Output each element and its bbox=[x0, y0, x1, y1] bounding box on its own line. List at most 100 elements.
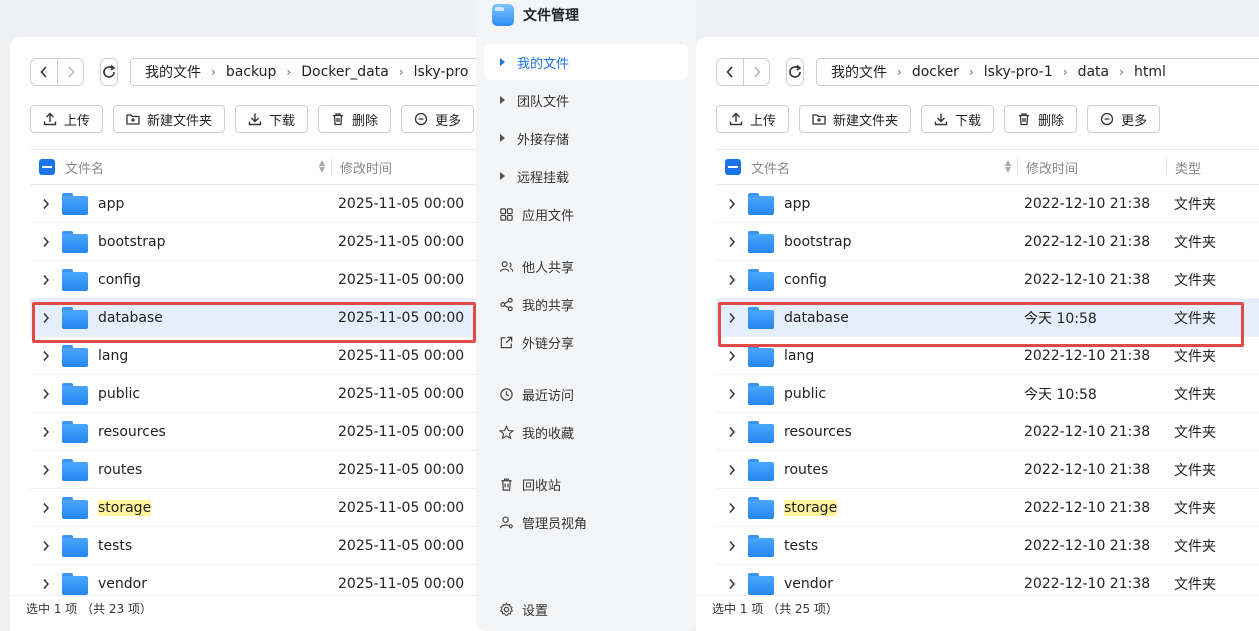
expand-chevron-icon[interactable] bbox=[30, 464, 62, 476]
expand-chevron-icon[interactable] bbox=[30, 236, 62, 248]
column-name-header[interactable]: 文件名 ▲ ▼ bbox=[65, 158, 331, 177]
sidebar-item-8[interactable]: 外链分享 bbox=[484, 324, 688, 360]
breadcrumb-item[interactable]: lsky-pro-1 bbox=[984, 64, 1053, 80]
breadcrumb-item[interactable]: html bbox=[1134, 64, 1166, 80]
expand-chevron-icon[interactable] bbox=[716, 426, 748, 438]
expand-chevron-icon[interactable] bbox=[716, 540, 748, 552]
table-row[interactable]: routes 2022-12-10 21:38 文件夹 bbox=[716, 451, 1259, 489]
table-row[interactable]: app 2025-11-05 00:00 bbox=[30, 185, 490, 223]
modified-time: 2025-11-05 00:00 bbox=[338, 347, 465, 364]
column-modified-header[interactable]: 修改时间 bbox=[340, 158, 480, 177]
forward-button[interactable] bbox=[57, 59, 83, 85]
upload-button[interactable]: 上传 bbox=[30, 105, 104, 133]
sidebar-item-settings[interactable]: 设置 bbox=[484, 591, 688, 627]
folder-icon bbox=[62, 420, 88, 443]
download-button[interactable]: 下载 bbox=[235, 105, 309, 133]
breadcrumb-item[interactable]: 我的文件 bbox=[831, 62, 887, 82]
expand-chevron-icon[interactable] bbox=[716, 350, 748, 362]
file-name: lang bbox=[784, 347, 815, 364]
table-row[interactable]: storage 2025-11-05 00:00 bbox=[30, 489, 490, 527]
file-type: 文件夹 bbox=[1174, 500, 1216, 517]
breadcrumb-item[interactable]: 我的文件 bbox=[145, 62, 201, 82]
expand-chevron-icon[interactable] bbox=[30, 502, 62, 514]
breadcrumb-item[interactable]: backup bbox=[226, 64, 277, 80]
table-row[interactable]: config 2025-11-05 00:00 bbox=[30, 261, 490, 299]
expand-chevron-icon[interactable] bbox=[716, 502, 748, 514]
right-file-panel: 我的文件 › docker › lsky-pro-1 › data › html 上传 新建文件… bbox=[696, 37, 1259, 631]
caret-right-icon bbox=[500, 172, 505, 180]
sidebar-item-7[interactable]: 我的共享 bbox=[484, 286, 688, 322]
modified-time: 2025-11-05 00:00 bbox=[338, 461, 465, 478]
sidebar-item-11[interactable]: 回收站 bbox=[484, 466, 688, 502]
more-button[interactable]: 更多 bbox=[1087, 105, 1161, 133]
table-row[interactable]: app 2022-12-10 21:38 文件夹 bbox=[716, 185, 1259, 223]
table-header: 文件名 ▲ ▼ 修改时间 类型 bbox=[716, 149, 1259, 185]
table-row[interactable]: routes 2025-11-05 00:00 bbox=[30, 451, 490, 489]
expand-chevron-icon[interactable] bbox=[30, 350, 62, 362]
table-row[interactable]: config 2022-12-10 21:38 文件夹 bbox=[716, 261, 1259, 299]
table-row[interactable]: bootstrap 2022-12-10 21:38 文件夹 bbox=[716, 223, 1259, 261]
select-all-checkbox[interactable] bbox=[725, 159, 741, 175]
expand-chevron-icon[interactable] bbox=[30, 198, 62, 210]
table-row[interactable]: database 2025-11-05 00:00 bbox=[30, 299, 490, 337]
sidebar-item-4[interactable]: 远程挂载 bbox=[484, 158, 688, 194]
sidebar-item-1[interactable]: 我的文件 bbox=[484, 44, 688, 80]
new-folder-button[interactable]: 新建文件夹 bbox=[113, 105, 226, 133]
table-row[interactable]: resources 2022-12-10 21:38 文件夹 bbox=[716, 413, 1259, 451]
expand-chevron-icon[interactable] bbox=[716, 464, 748, 476]
expand-chevron-icon[interactable] bbox=[716, 578, 748, 590]
download-button[interactable]: 下载 bbox=[921, 105, 995, 133]
column-divider bbox=[1017, 159, 1018, 175]
table-row[interactable]: bootstrap 2025-11-05 00:00 bbox=[30, 223, 490, 261]
delete-button[interactable]: 删除 bbox=[1004, 105, 1078, 133]
column-modified-header[interactable]: 修改时间 bbox=[1026, 158, 1166, 177]
table-row[interactable]: lang 2025-11-05 00:00 bbox=[30, 337, 490, 375]
expand-chevron-icon[interactable] bbox=[716, 274, 748, 286]
refresh-button[interactable] bbox=[100, 58, 118, 86]
breadcrumb-item[interactable]: Docker_data bbox=[301, 64, 389, 80]
expand-chevron-icon[interactable] bbox=[30, 312, 62, 324]
sidebar-item-12[interactable]: 管理员视角 bbox=[484, 504, 688, 540]
breadcrumb-item[interactable]: data bbox=[1078, 64, 1110, 80]
new-folder-button[interactable]: 新建文件夹 bbox=[799, 105, 912, 133]
select-all-checkbox[interactable] bbox=[39, 159, 55, 175]
sidebar-item-2[interactable]: 团队文件 bbox=[484, 82, 688, 118]
expand-chevron-icon[interactable] bbox=[716, 198, 748, 210]
column-name-header[interactable]: 文件名 ▲ ▼ bbox=[751, 158, 1017, 177]
expand-chevron-icon[interactable] bbox=[30, 578, 62, 590]
breadcrumb-item[interactable]: lsky-pro bbox=[414, 64, 469, 80]
sidebar-item-5[interactable]: 应用文件 bbox=[484, 196, 688, 232]
folder-icon bbox=[748, 306, 774, 329]
expand-chevron-icon[interactable] bbox=[30, 274, 62, 286]
more-button[interactable]: 更多 bbox=[401, 105, 475, 133]
table-row[interactable]: public 2025-11-05 00:00 bbox=[30, 375, 490, 413]
table-row[interactable]: tests 2022-12-10 21:38 文件夹 bbox=[716, 527, 1259, 565]
upload-button[interactable]: 上传 bbox=[716, 105, 790, 133]
table-row[interactable]: lang 2022-12-10 21:38 文件夹 bbox=[716, 337, 1259, 375]
table-row[interactable]: resources 2025-11-05 00:00 bbox=[30, 413, 490, 451]
expand-chevron-icon[interactable] bbox=[30, 540, 62, 552]
sidebar-item-6[interactable]: 他人共享 bbox=[484, 248, 688, 284]
table-row[interactable]: tests 2025-11-05 00:00 bbox=[30, 527, 490, 565]
sidebar-item-9[interactable]: 最近访问 bbox=[484, 376, 688, 412]
expand-chevron-icon[interactable] bbox=[716, 236, 748, 248]
sidebar-item-3[interactable]: 外接存储 bbox=[484, 120, 688, 156]
delete-button[interactable]: 删除 bbox=[318, 105, 392, 133]
back-button[interactable] bbox=[31, 59, 57, 85]
file-name: vendor bbox=[784, 575, 833, 592]
back-button[interactable] bbox=[717, 59, 743, 85]
forward-button[interactable] bbox=[743, 59, 769, 85]
sidebar-item-10[interactable]: 我的收藏 bbox=[484, 414, 688, 450]
expand-chevron-icon[interactable] bbox=[30, 426, 62, 438]
refresh-button[interactable] bbox=[786, 58, 804, 86]
expand-chevron-icon[interactable] bbox=[716, 312, 748, 324]
modified-time: 2025-11-05 00:00 bbox=[338, 309, 465, 326]
column-type-header[interactable]: 类型 bbox=[1175, 158, 1201, 177]
expand-chevron-icon[interactable] bbox=[716, 388, 748, 400]
table-row[interactable]: public 今天 10:58 文件夹 bbox=[716, 375, 1259, 413]
breadcrumb-item[interactable]: docker bbox=[912, 64, 959, 80]
expand-chevron-icon[interactable] bbox=[30, 388, 62, 400]
table-row[interactable]: database 今天 10:58 文件夹 bbox=[716, 299, 1259, 337]
table-row[interactable]: storage 2022-12-10 21:38 文件夹 bbox=[716, 489, 1259, 527]
